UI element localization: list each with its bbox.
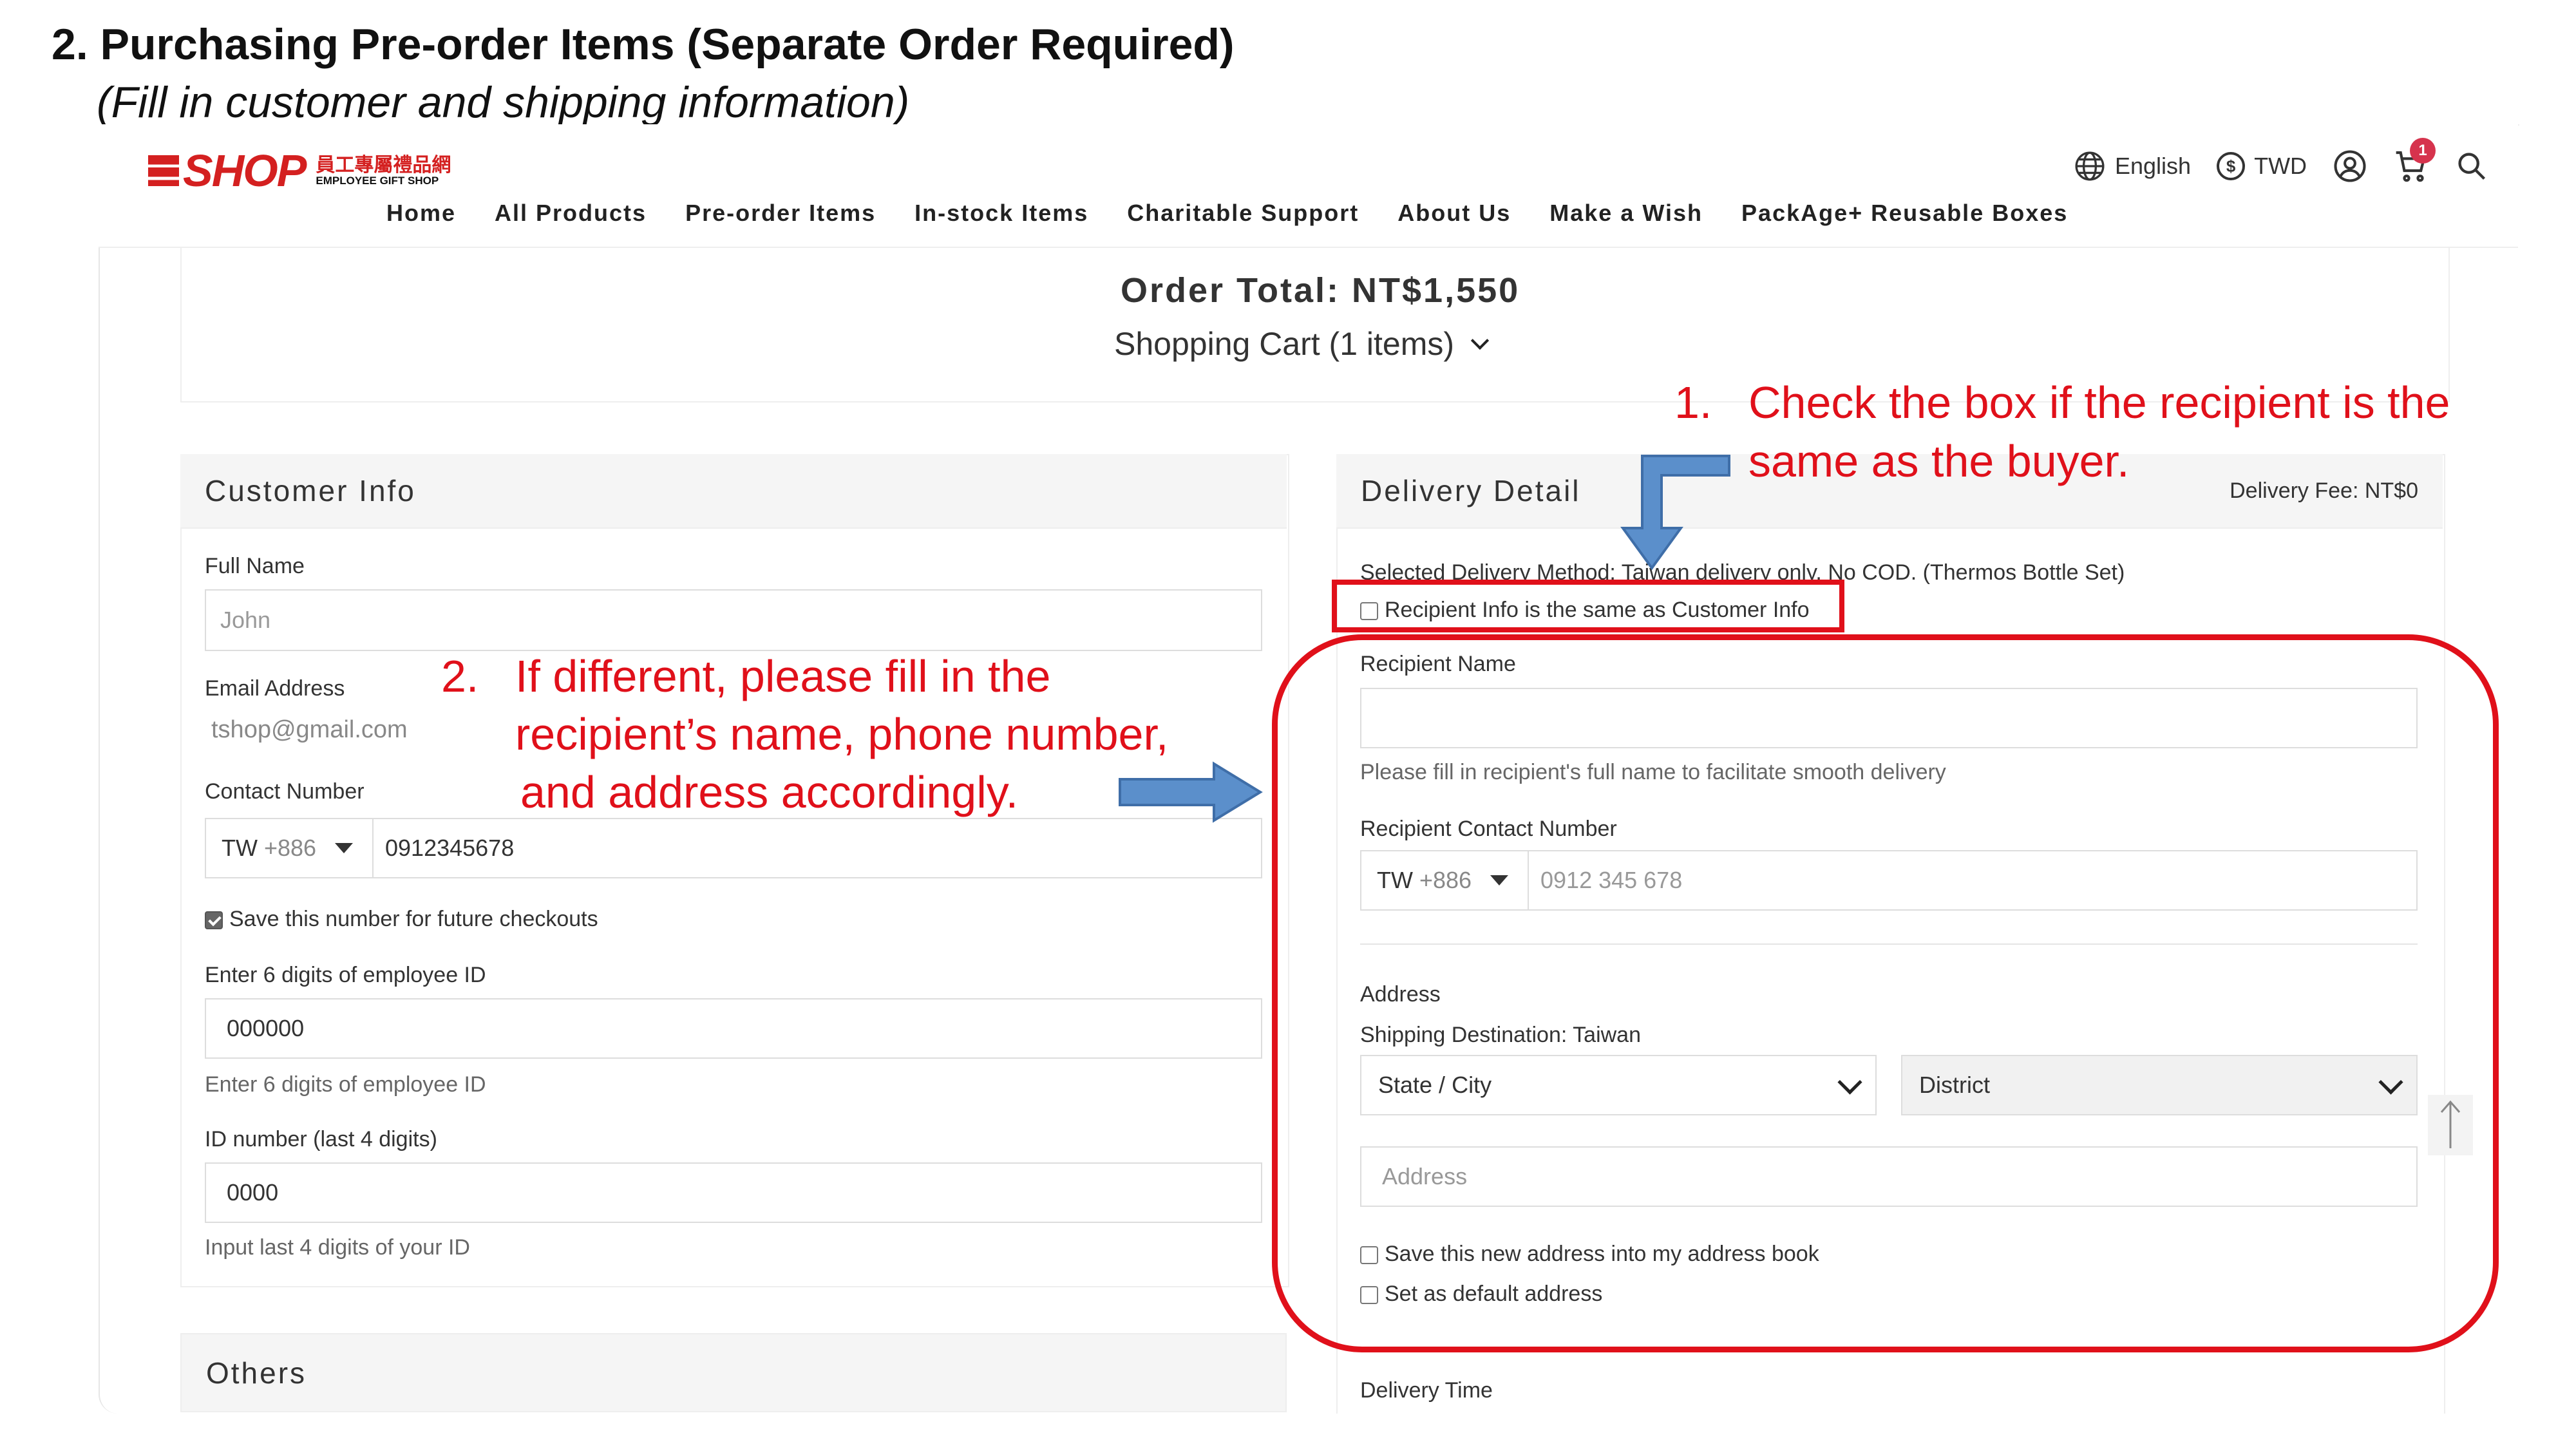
nav-in-stock[interactable]: In-stock Items (914, 200, 1088, 227)
delivery-time-label: Delivery Time (1360, 1378, 1493, 1403)
cart-count-badge: 1 (2410, 138, 2436, 164)
save-number-checkbox[interactable] (205, 911, 223, 930)
chevron-down-icon (1470, 331, 1490, 350)
currency-icon: $ (2217, 152, 2246, 180)
save-number-checkbox-row[interactable]: Save this number for future checkouts (205, 907, 598, 932)
contact-number-field: TW +886 0912345678 (205, 818, 1262, 878)
employee-id-hint: Enter 6 digits of employee ID (205, 1072, 486, 1097)
annotation-2-number: 2. (441, 651, 479, 701)
logo-caption: 員工專屬禮品網 EMPLOYEE GIFT SHOP (316, 154, 451, 187)
order-total: Order Total: NT$1,550 (1121, 271, 1520, 310)
slide-subtitle: (Fill in customer and shipping informati… (97, 78, 910, 127)
employee-id-label: Enter 6 digits of employee ID (205, 963, 486, 987)
country-label: TW (222, 835, 258, 861)
dial-code: +886 (263, 835, 317, 861)
delivery-detail-title: Delivery Detail (1361, 474, 1581, 507)
account-icon[interactable] (2333, 149, 2367, 184)
employee-id-input[interactable]: 000000 (205, 998, 1262, 1059)
full-name-input[interactable]: John (205, 589, 1262, 651)
annotation-arrow-right-icon (1119, 761, 1263, 823)
others-header[interactable]: Others (180, 1333, 1287, 1412)
full-name-label: Full Name (205, 554, 305, 578)
nav-make-a-wish[interactable]: Make a Wish (1549, 200, 1703, 227)
main-nav: Home All Products Pre-order Items In-sto… (386, 200, 2068, 227)
save-number-label: Save this number for future checkouts (229, 907, 598, 931)
cart-button[interactable]: 1 (2393, 138, 2436, 184)
phone-input[interactable]: 0912345678 (374, 835, 514, 862)
nav-package[interactable]: PackAge+ Reusable Boxes (1741, 200, 2068, 227)
nav-pre-order[interactable]: Pre-order Items (685, 200, 876, 227)
logo-text: SHOP (183, 146, 307, 196)
language-selector[interactable]: English (2074, 150, 2191, 182)
logo-mark-icon (148, 155, 179, 186)
annotation-arrow-down-icon (1620, 455, 1730, 571)
caret-down-icon (335, 843, 353, 853)
slide-title: 2. Purchasing Pre-order Items (Separate … (52, 20, 1235, 69)
id-number-input[interactable]: 0000 (205, 1162, 1262, 1223)
annotation-1-line-1: Check the box if the recipient is the (1748, 377, 2450, 428)
annotation-1-line-2: same as the buyer. (1748, 436, 2130, 486)
country-code-select[interactable]: TW +886 (206, 819, 374, 877)
header-tools: English $ TWD 1 (2074, 138, 2488, 184)
nav-all-products[interactable]: All Products (495, 200, 647, 227)
annotation-2-line-2: recipient’s name, phone number, (515, 709, 1169, 759)
customer-info-header: Customer Info (180, 454, 1287, 529)
nav-charitable[interactable]: Charitable Support (1127, 200, 1359, 227)
id-number-label: ID number (last 4 digits) (205, 1127, 437, 1151)
annotation-2-line-3: and address accordingly. (520, 767, 1019, 817)
country-code: TW +886 (222, 835, 316, 862)
search-icon[interactable] (2455, 149, 2488, 183)
annotation-recipient-highlight (1272, 634, 2499, 1352)
language-label: English (2115, 153, 2192, 179)
annotation-1-number: 1. (1674, 377, 1712, 428)
annotation-checkbox-highlight (1332, 580, 1844, 632)
contact-number-label: Contact Number (205, 779, 365, 804)
shopping-cart-label: Shopping Cart (1 items) (1114, 326, 1455, 362)
currency-label: TWD (2254, 153, 2307, 179)
logo-cn: 員工專屬禮品網 (316, 154, 451, 176)
logo-en: EMPLOYEE GIFT SHOP (316, 174, 439, 187)
currency-selector[interactable]: $ TWD (2217, 152, 2307, 180)
email-label: Email Address (205, 676, 345, 701)
site-header (99, 124, 2518, 248)
delivery-fee: Delivery Fee: NT$0 (2230, 478, 2418, 503)
nav-home[interactable]: Home (386, 200, 456, 227)
annotation-2-line-1: If different, please fill in the (515, 651, 1051, 701)
email-value: tshop@gmail.com (211, 716, 408, 743)
id-number-hint: Input last 4 digits of your ID (205, 1235, 470, 1260)
site-logo[interactable]: SHOP 員工專屬禮品網 EMPLOYEE GIFT SHOP (148, 146, 451, 196)
globe-icon (2075, 151, 2105, 181)
shopping-cart-toggle[interactable]: Shopping Cart (1 items) (1114, 325, 1490, 363)
nav-about[interactable]: About Us (1397, 200, 1511, 227)
